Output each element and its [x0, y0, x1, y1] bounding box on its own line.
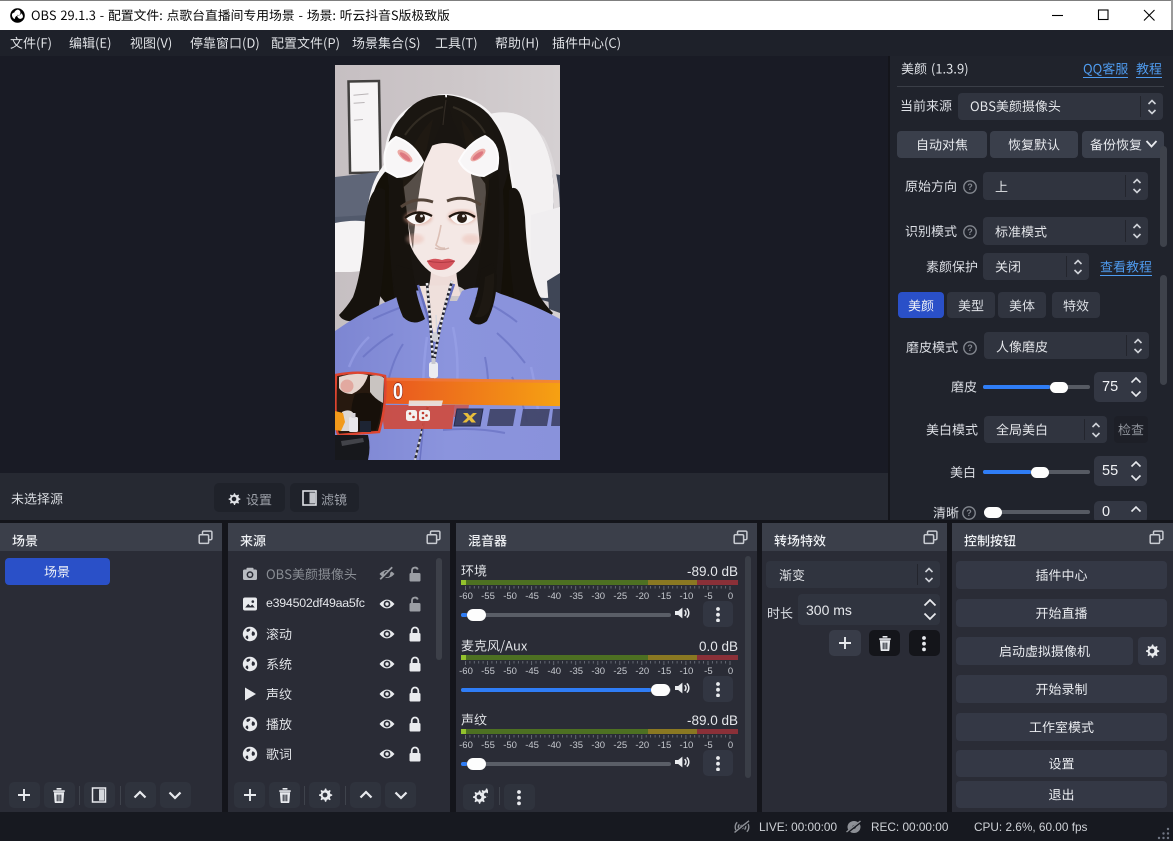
svg-text:?: ?	[967, 182, 973, 192]
svg-text:-15: -15	[658, 666, 672, 677]
svg-text:-50: -50	[503, 740, 517, 751]
svg-text:-10: -10	[680, 740, 694, 751]
svg-text:-55: -55	[481, 740, 495, 751]
svg-text:-35: -35	[569, 740, 583, 751]
svg-text:-40: -40	[547, 740, 561, 751]
svg-text:-25: -25	[613, 740, 627, 751]
svg-text:-25: -25	[613, 591, 627, 602]
svg-text:-45: -45	[525, 740, 539, 751]
svg-text:-45: -45	[525, 666, 539, 677]
svg-text:-20: -20	[635, 740, 649, 751]
svg-text:-25: -25	[613, 666, 627, 677]
svg-text:-45: -45	[525, 591, 539, 602]
svg-text:-60: -60	[459, 591, 473, 602]
svg-text:?: ?	[966, 508, 972, 518]
svg-text:-30: -30	[591, 740, 605, 751]
svg-text:-50: -50	[503, 591, 517, 602]
svg-text:-60: -60	[459, 740, 473, 751]
svg-text:-40: -40	[547, 666, 561, 677]
svg-text:-10: -10	[680, 591, 694, 602]
svg-text:-40: -40	[547, 591, 561, 602]
svg-text:-55: -55	[481, 591, 495, 602]
svg-text:-35: -35	[569, 591, 583, 602]
svg-text:-20: -20	[635, 666, 649, 677]
svg-text:-60: -60	[459, 666, 473, 677]
svg-text:?: ?	[967, 343, 973, 353]
svg-text:-30: -30	[591, 591, 605, 602]
svg-text:-30: -30	[591, 666, 605, 677]
svg-text:-50: -50	[503, 666, 517, 677]
svg-text:?: ?	[967, 227, 973, 237]
svg-text:-20: -20	[635, 591, 649, 602]
svg-text:-10: -10	[680, 666, 694, 677]
svg-text:-15: -15	[658, 591, 672, 602]
svg-text:-55: -55	[481, 666, 495, 677]
svg-text:0: 0	[393, 379, 403, 404]
svg-text:-35: -35	[569, 666, 583, 677]
svg-text:-15: -15	[658, 740, 672, 751]
